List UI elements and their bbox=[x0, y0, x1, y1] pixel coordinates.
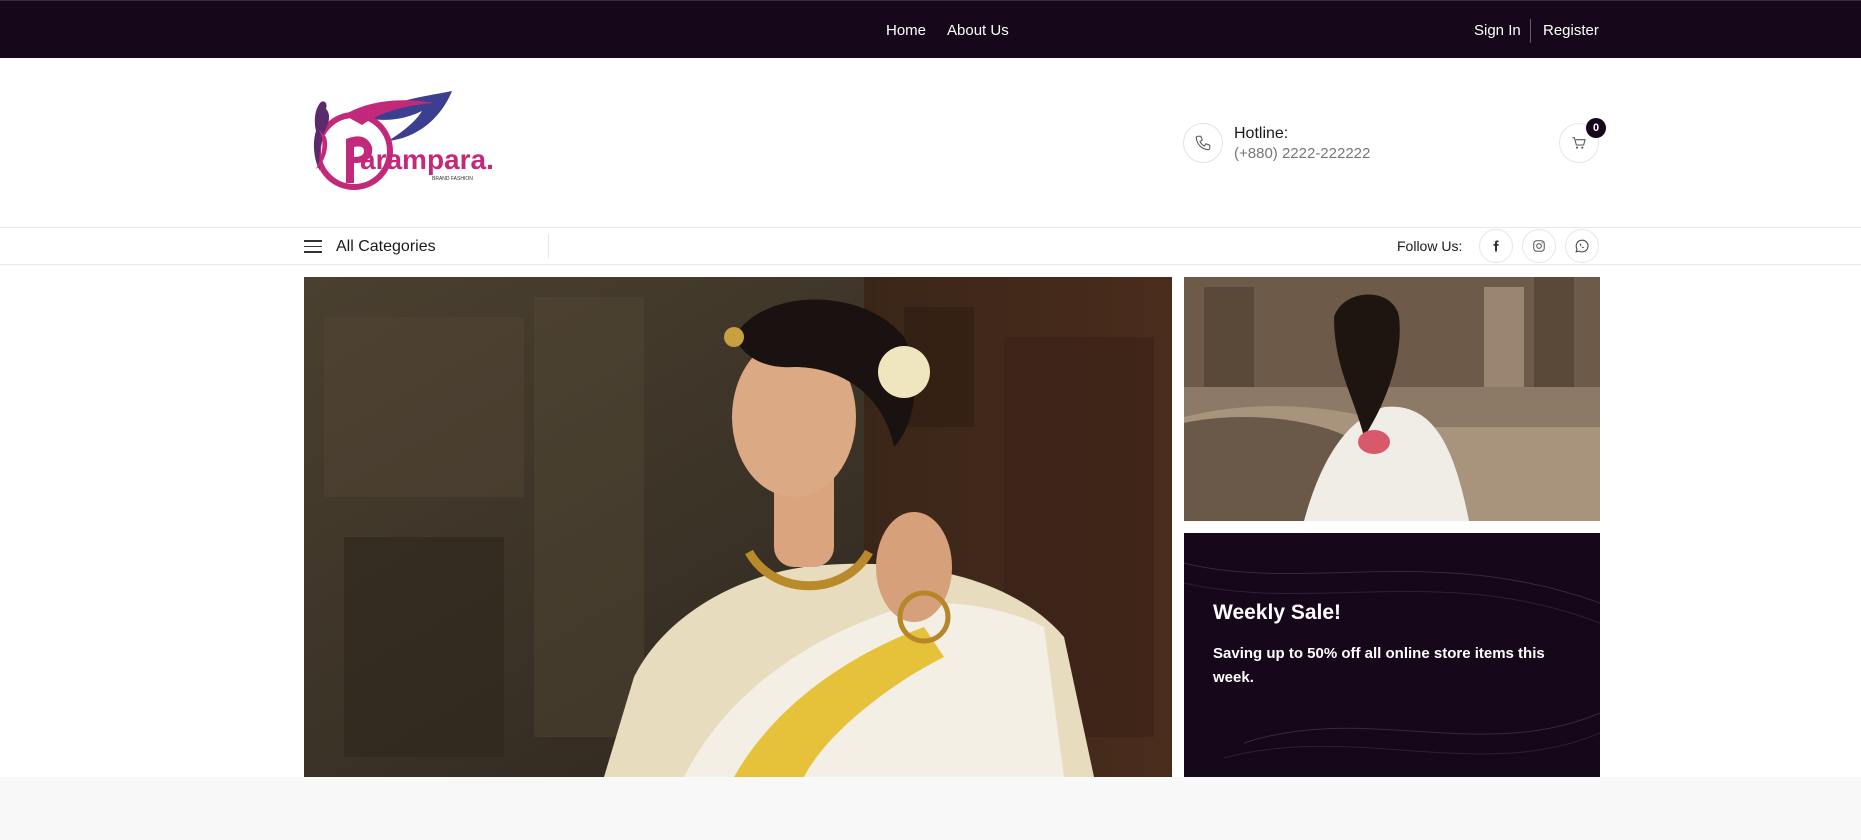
cart-icon bbox=[1572, 137, 1586, 149]
all-categories-button[interactable]: All Categories bbox=[304, 228, 549, 264]
all-categories-label: All Categories bbox=[336, 238, 436, 255]
page-bottom-strip bbox=[0, 777, 1861, 840]
phone-icon[interactable] bbox=[1183, 123, 1223, 163]
brand-logo[interactable]: arampara. BRAND FASHION bbox=[304, 89, 504, 199]
side-banner-image[interactable] bbox=[1184, 277, 1600, 521]
logo-wordmark: arampara. bbox=[360, 144, 494, 175]
top-bar: Home About Us Sign In Register bbox=[0, 0, 1861, 58]
follow-us-label: Follow Us: bbox=[1397, 238, 1463, 254]
nav-about-link[interactable]: About Us bbox=[947, 22, 1009, 39]
site-header: arampara. BRAND FASHION Hotline: (+880) … bbox=[0, 58, 1861, 228]
cart-count-badge: 0 bbox=[1586, 118, 1606, 138]
hero-banner-image[interactable] bbox=[304, 277, 1172, 777]
whatsapp-icon[interactable] bbox=[1565, 229, 1599, 263]
weekly-sale-promo[interactable]: Weekly Sale! Saving up to 50% off all on… bbox=[1184, 533, 1600, 777]
hotline-label: Hotline: bbox=[1234, 125, 1289, 142]
page: Home About Us Sign In Register arampara.… bbox=[0, 0, 1861, 840]
promo-title: Weekly Sale! bbox=[1213, 601, 1342, 624]
logo-tagline: BRAND FASHION bbox=[432, 176, 473, 182]
category-divider bbox=[548, 234, 549, 258]
nav-home-link[interactable]: Home bbox=[886, 22, 926, 39]
hotline: Hotline: (+880) 2222-222222 bbox=[1183, 123, 1373, 167]
top-nav: Home About Us Sign In Register bbox=[0, 1, 1861, 59]
category-bar: All Categories Follow Us: bbox=[0, 228, 1861, 265]
cart-button[interactable]: 0 bbox=[1559, 118, 1606, 163]
instagram-icon[interactable] bbox=[1522, 229, 1556, 263]
facebook-icon[interactable] bbox=[1479, 229, 1513, 263]
auth-divider bbox=[1530, 19, 1531, 43]
promo-text: Saving up to 50% off all online store it… bbox=[1213, 645, 1545, 686]
sign-in-link[interactable]: Sign In bbox=[1474, 22, 1521, 39]
register-link[interactable]: Register bbox=[1543, 22, 1599, 39]
menu-icon bbox=[304, 240, 322, 253]
hotline-number: (+880) 2222-222222 bbox=[1234, 145, 1371, 162]
